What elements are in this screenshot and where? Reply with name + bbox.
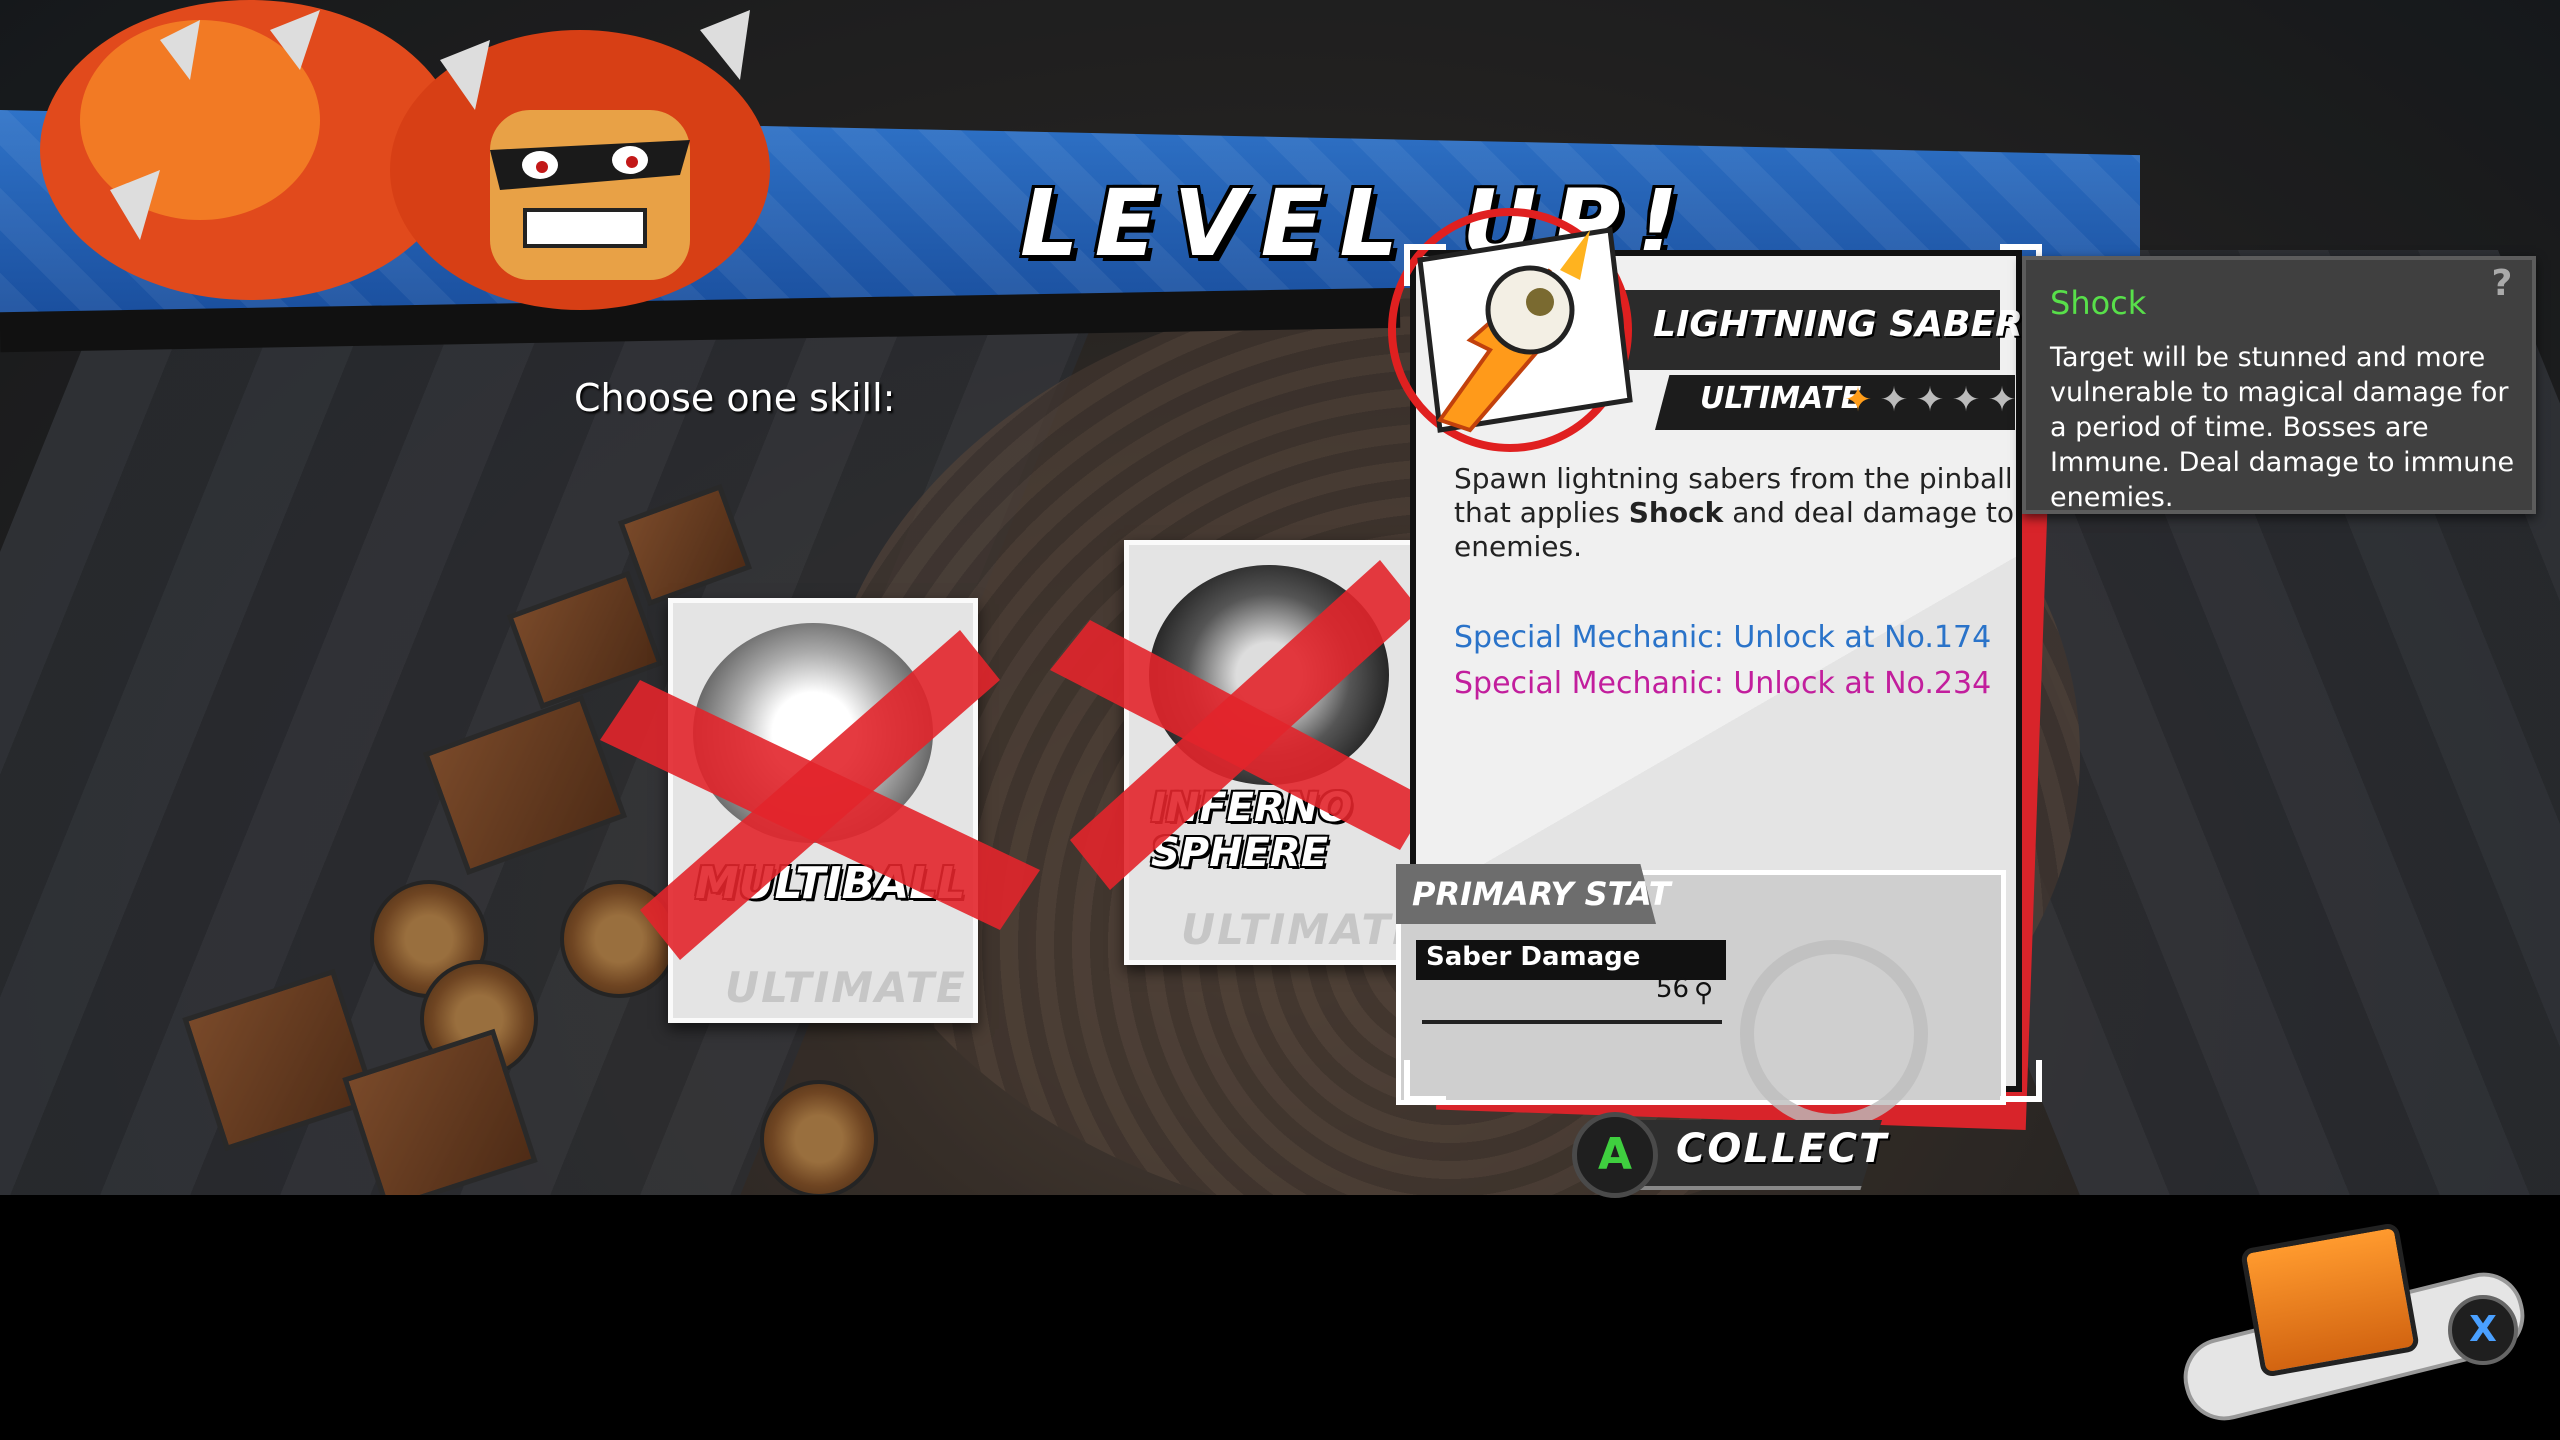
- card-corner: [1404, 244, 1446, 286]
- keyword-tooltip: ? Shock Target will be stunned and more …: [2022, 256, 2536, 514]
- star-icon: ✦: [1987, 380, 2017, 420]
- skill-card-rank: ULTIMATE: [1181, 905, 1423, 954]
- card-corner: [1404, 1060, 1446, 1102]
- lightning-saber-icon: [1388, 208, 1633, 452]
- inferno-sphere-icon: [1149, 565, 1389, 785]
- skill-card-name-line2: SPHERE: [1151, 830, 1329, 876]
- skill-card-inferno-sphere[interactable]: INFERNO SPHERE ULTIMATE: [1124, 540, 1434, 965]
- collect-label: COLLECT: [1676, 1126, 1889, 1172]
- skill-card-multiball[interactable]: MULTIBALL ULTIMATE: [668, 598, 978, 1023]
- choose-skill-prompt: Choose one skill:: [574, 376, 896, 420]
- help-icon[interactable]: ?: [2482, 264, 2522, 304]
- inventory-bag-icon: [2239, 1222, 2421, 1378]
- selected-skill-description: Spawn lightning sabers from the pinball …: [1454, 462, 2014, 564]
- primary-stat-title: PRIMARY STAT: [1412, 875, 1671, 913]
- star-icon: ✦: [1915, 380, 1945, 420]
- x-button-icon: X: [2448, 1295, 2518, 1365]
- star-icon: ✦: [1951, 380, 1981, 420]
- tooltip-title: Shock: [2050, 284, 2147, 322]
- skill-card-name-line1: INFERNO: [1151, 785, 1353, 831]
- inventory-button[interactable]: X: [2175, 1222, 2540, 1429]
- stat-value: 56: [1656, 974, 1690, 1004]
- tooltip-text: Target will be stunned and more vulnerab…: [2050, 342, 2515, 513]
- rank-stars: ✦ ✦ ✦ ✦ ✦: [1842, 380, 2018, 420]
- selected-skill-name: LIGHTNING SABER: [1653, 304, 2023, 345]
- skill-card-name: MULTIBALL: [695, 858, 966, 909]
- selected-skill-panel[interactable]: LIGHTNING SABER ULTIMATE ✦ ✦ ✦ ✦ ✦ Spawn…: [1388, 208, 2054, 1131]
- special-mechanic-1: Special Mechanic: Unlock at No.174: [1454, 620, 1992, 655]
- skill-card-rank: ULTIMATE: [725, 963, 967, 1012]
- stat-watermark-icon: [1740, 940, 1928, 1128]
- saber-stat-icon: ⚲: [1694, 978, 1714, 1008]
- card-corner: [2000, 1060, 2042, 1102]
- boss-portrait-icon: [40, 0, 770, 310]
- star-icon: ✦: [1879, 380, 1909, 420]
- description-keyword[interactable]: Shock: [1629, 496, 1724, 529]
- multiball-icon: [693, 623, 933, 843]
- selected-skill-rank: ULTIMATE: [1700, 381, 1862, 416]
- a-button-icon: A: [1572, 1112, 1658, 1198]
- collect-button[interactable]: A COLLECT: [1572, 1112, 1886, 1198]
- special-mechanic-2: Special Mechanic: Unlock at No.234: [1454, 666, 1992, 701]
- stat-label: Saber Damage: [1426, 942, 1641, 972]
- star-icon: ✦: [1843, 380, 1873, 420]
